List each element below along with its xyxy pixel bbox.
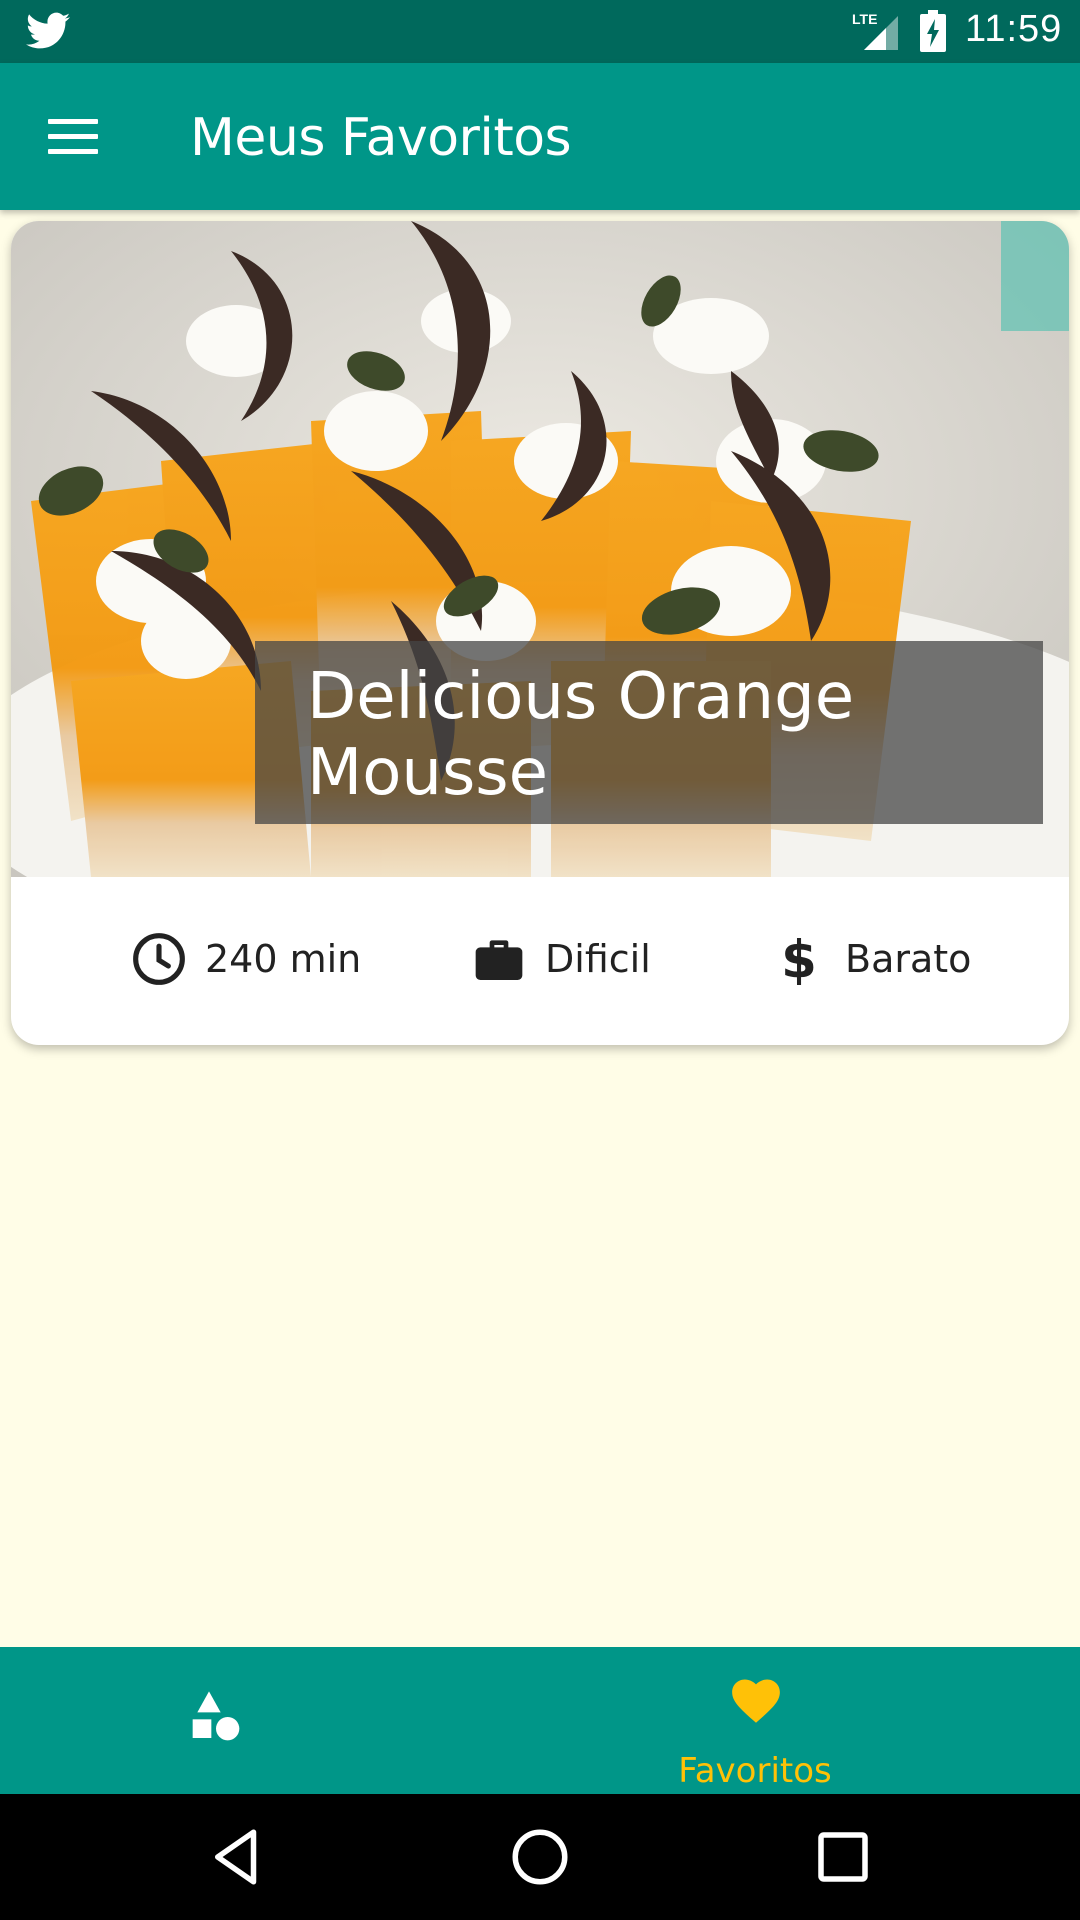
svg-text:LTE: LTE — [852, 11, 877, 27]
recent-apps-icon[interactable] — [810, 1824, 876, 1890]
duration-label: 240 min — [205, 937, 362, 981]
status-time: 11:59 — [965, 8, 1063, 50]
app-bar: Meus Favoritos — [0, 63, 1080, 210]
bottom-navigation: Favoritos — [0, 1647, 1080, 1794]
heart-icon — [732, 1679, 780, 1723]
meta-affordability: $ Barato — [771, 909, 971, 1009]
meta-duration: 240 min — [131, 909, 361, 1009]
home-icon[interactable] — [507, 1824, 573, 1890]
hamburger-menu-icon[interactable] — [48, 119, 98, 155]
status-bar: LTE 11:59 — [0, 0, 1080, 63]
lte-signal-icon: LTE — [852, 11, 898, 50]
page-title: Meus Favoritos — [190, 108, 572, 168]
meal-title-overlay: Delicious Orange Mousse — [255, 641, 1043, 824]
nav-item-favorites[interactable]: Favoritos — [660, 1647, 850, 1794]
battery-charging-icon — [920, 10, 946, 52]
meal-title: Delicious Orange Mousse — [307, 660, 855, 810]
nav-favorites-label: Favoritos — [678, 1751, 832, 1791]
complexity-label: Dificil — [545, 937, 651, 981]
meta-complexity: Dificil — [471, 909, 651, 1009]
meal-card[interactable]: Delicious Orange Mousse 240 min Dificil … — [11, 221, 1069, 1045]
twitter-icon — [26, 12, 70, 49]
nav-item-categories[interactable] — [150, 1647, 280, 1794]
briefcase-icon — [475, 940, 523, 980]
categories-shapes-icon — [192, 1691, 240, 1741]
clock-icon — [133, 933, 185, 985]
svg-text:$: $ — [781, 931, 817, 987]
dollar-icon: $ — [781, 931, 817, 987]
system-navigation-bar — [0, 1794, 1080, 1920]
affordability-label: Barato — [845, 937, 972, 981]
back-icon[interactable] — [204, 1824, 270, 1890]
